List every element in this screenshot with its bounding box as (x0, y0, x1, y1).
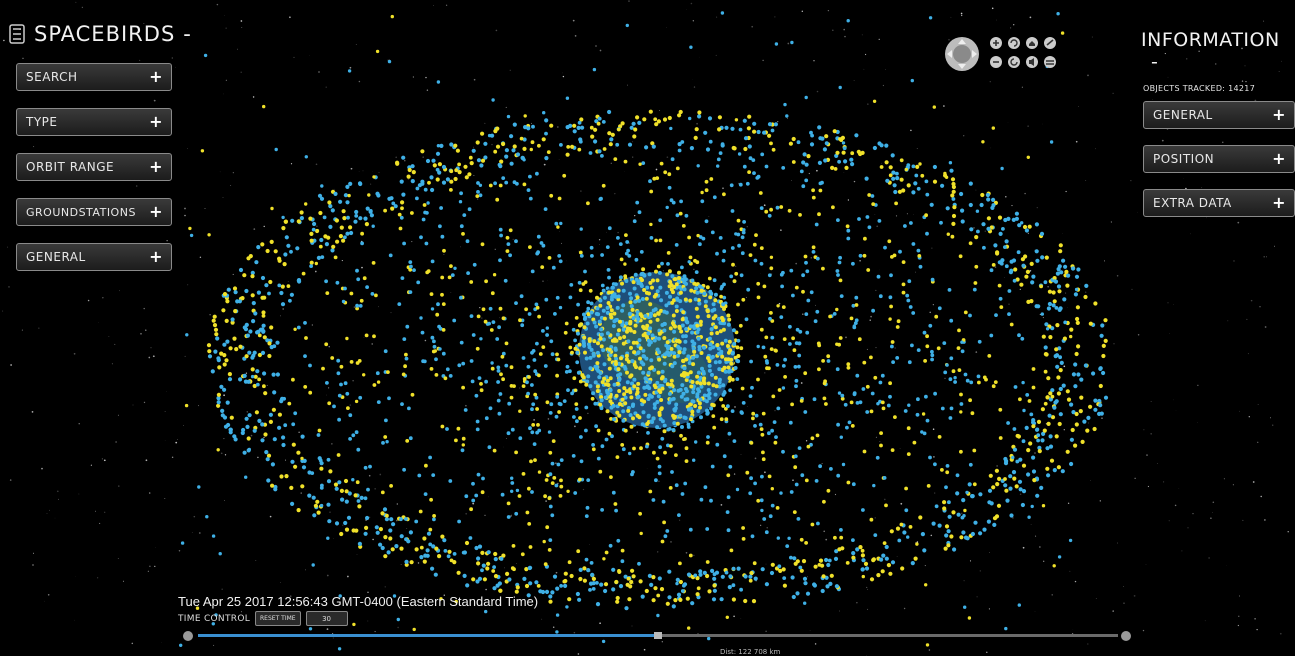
zoom-in-icon[interactable] (990, 37, 1002, 49)
type-label: TYPE (26, 115, 58, 129)
info-extra-data-button[interactable]: EXTRA DATA + (1143, 189, 1295, 217)
search-button[interactable]: SEARCH + (16, 63, 172, 91)
layers-icon[interactable] (1044, 56, 1056, 68)
rotate-right-icon[interactable] (1008, 56, 1020, 68)
groundstations-button[interactable]: GROUNDSTATIONS + (16, 198, 172, 226)
groundstations-label: GROUNDSTATIONS (26, 205, 136, 219)
info-general-label: GENERAL (1153, 108, 1213, 122)
information-title: INFORMATION - (1141, 29, 1295, 73)
expand-plus-icon: + (149, 202, 163, 221)
expand-plus-icon: + (1272, 193, 1286, 212)
expand-plus-icon: + (149, 247, 163, 266)
navigation-controls (945, 37, 1056, 71)
audio-icon[interactable] (1026, 56, 1038, 68)
left-menu: SEARCH + TYPE + ORBIT RANGE + GROUNDSTAT… (16, 63, 172, 288)
timeline-end-handle-icon[interactable] (1121, 631, 1131, 641)
type-button[interactable]: TYPE + (16, 108, 172, 136)
time-speed-input[interactable]: 30 (305, 611, 348, 626)
satellite-logo-icon (9, 24, 25, 44)
zoom-out-icon[interactable] (990, 56, 1002, 68)
time-control: TIME CONTROL RESET TIME 30 (178, 611, 348, 626)
info-panel: GENERAL + POSITION + EXTRA DATA + (1143, 101, 1295, 233)
orbit-range-button[interactable]: ORBIT RANGE + (16, 153, 172, 181)
tool-icon[interactable] (1044, 37, 1056, 49)
expand-plus-icon: + (149, 112, 163, 131)
time-control-label: TIME CONTROL (178, 613, 251, 624)
reset-time-button[interactable]: RESET TIME (255, 611, 301, 626)
expand-plus-icon: + (1272, 105, 1286, 124)
orbit-range-label: ORBIT RANGE (26, 160, 115, 174)
expand-plus-icon: + (1272, 149, 1286, 168)
rotate-left-icon[interactable] (1008, 37, 1020, 49)
timeline-thumb[interactable] (654, 632, 662, 639)
general-label: GENERAL (26, 250, 86, 264)
home-icon[interactable] (1026, 37, 1038, 49)
app-brand: SPACEBIRDS - (8, 22, 192, 46)
pan-icon[interactable] (945, 37, 979, 71)
app-title: SPACEBIRDS (34, 22, 176, 46)
collapse-menu-icon[interactable]: - (183, 22, 192, 46)
expand-plus-icon: + (149, 67, 163, 86)
objects-tracked: OBJECTS TRACKED: 14217 (1143, 84, 1256, 93)
search-label: SEARCH (26, 70, 78, 84)
timeline-progress (198, 634, 658, 637)
collapse-info-icon[interactable]: - (1151, 51, 1158, 73)
timeline-slider[interactable] (182, 629, 1132, 643)
orbit-view[interactable] (0, 0, 1295, 656)
current-datetime: Tue Apr 25 2017 12:56:43 GMT-0400 (Easte… (178, 594, 539, 609)
info-position-button[interactable]: POSITION + (1143, 145, 1295, 173)
information-title-text: INFORMATION (1141, 29, 1280, 51)
info-general-button[interactable]: GENERAL + (1143, 101, 1295, 129)
timeline-start-handle-icon[interactable] (183, 631, 193, 641)
expand-plus-icon: + (149, 157, 163, 176)
info-extra-data-label: EXTRA DATA (1153, 196, 1232, 210)
general-button[interactable]: GENERAL + (16, 243, 172, 271)
info-position-label: POSITION (1153, 152, 1215, 166)
camera-distance: Dist: 122 708 km (720, 648, 781, 656)
